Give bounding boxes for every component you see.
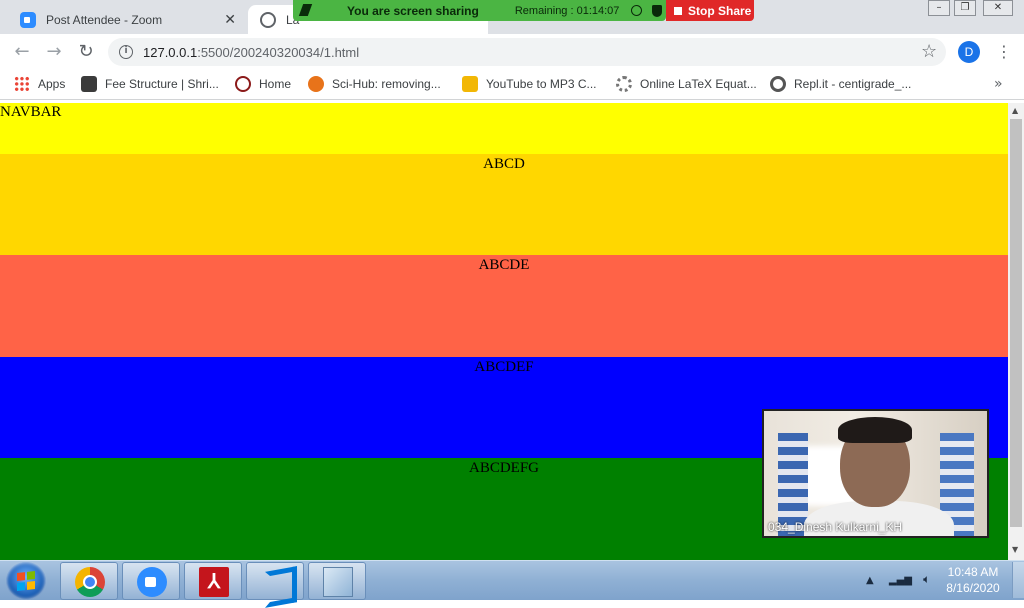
bookmark-label: Apps [38, 77, 66, 91]
apps-grid-icon [14, 76, 30, 92]
address-bar[interactable]: i 127.0.0.1:5500/200240320034/1.html [108, 38, 946, 66]
section-label: ABCD [483, 156, 525, 172]
stop-square-icon [674, 6, 682, 15]
site-icon [81, 76, 97, 92]
globe-icon [260, 11, 276, 28]
back-arrow-icon[interactable]: ← [12, 42, 32, 62]
acrobat-icon: ⅄ [199, 567, 229, 597]
browser-toolbar: ← → ↻ i 127.0.0.1:5500/200240320034/1.ht… [0, 34, 1024, 70]
screen-share-banner: You are screen sharing Remaining : 01:14… [293, 0, 666, 21]
start-button[interactable] [6, 562, 46, 600]
tab-zoom-attendee[interactable]: Post Attendee - Zoom ✕ [8, 5, 244, 34]
taskbar-acrobat[interactable]: ⅄ [184, 562, 242, 600]
windows-logo-icon [17, 571, 35, 591]
more-bookmarks-icon[interactable]: » [994, 76, 1003, 92]
scroll-up-arrow-icon[interactable]: ▲ [1012, 106, 1018, 115]
taskbar-notepad[interactable] [308, 562, 366, 600]
bookmark-label: Online LaTeX Equat... [640, 77, 757, 91]
recording-dot-icon [631, 5, 643, 16]
taskbar-clock[interactable]: 10:48 AM 8/16/2020 [940, 564, 1006, 596]
bookmark-label: Sci-Hub: removing... [332, 77, 441, 91]
bookmark-scihub[interactable]: Sci-Hub: removing... [308, 76, 441, 92]
section-label: ABCDEF [474, 359, 534, 375]
scrollbar-thumb[interactable] [1010, 119, 1022, 527]
volume-icon[interactable]: 🔈︎ [923, 572, 930, 586]
security-shield-icon[interactable] [652, 4, 663, 17]
section-abcde: ABCDE [0, 255, 1008, 357]
bookmark-label: Fee Structure | Shri... [105, 77, 219, 91]
share-status: You are screen sharing [347, 3, 479, 18]
url-path: :5500/200240320034/1.html [197, 44, 360, 60]
replit-icon [770, 76, 786, 92]
bookmarks-bar: Apps Fee Structure | Shri... Home Sci-Hu… [0, 70, 1024, 100]
bookmark-star-icon[interactable]: ☆ [921, 42, 937, 62]
taskbar-chrome[interactable] [60, 562, 118, 600]
close-tab-icon[interactable]: ✕ [224, 11, 236, 28]
gear-icon [616, 76, 632, 92]
reload-icon[interactable]: ↻ [76, 42, 96, 62]
zoom-icon [137, 567, 167, 597]
participant-video[interactable]: 034_Dinesh Kulkarni_KH [762, 409, 989, 538]
site-info-icon[interactable]: i [119, 45, 133, 59]
video-person-hair [838, 417, 912, 443]
bookmark-label: Home [259, 77, 292, 91]
system-tray: ▲ ▂▄▆ 🔈︎ [866, 572, 930, 587]
chrome-icon [75, 567, 105, 597]
clock-time: 10:48 AM [947, 565, 999, 579]
clock-date: 8/16/2020 [946, 581, 1000, 595]
navbar-section: NAVBAR [0, 103, 1008, 154]
forward-arrow-icon[interactable]: → [44, 42, 64, 62]
zoom-icon [20, 11, 36, 28]
profile-avatar[interactable]: D [958, 41, 980, 63]
bookmark-home[interactable]: Home [235, 76, 291, 92]
bookmark-label: YouTube to MP3 C... [486, 77, 597, 91]
url-host: 127.0.0.1 [143, 44, 198, 60]
url-text[interactable]: 127.0.0.1:5500/200240320034/1.html [143, 45, 359, 60]
show-desktop-button[interactable] [1012, 562, 1024, 598]
bookmark-label: Repl.it - centigrade_... [794, 77, 912, 91]
restore-button[interactable]: ❐ [954, 0, 976, 16]
page-scrollbar[interactable]: ▲ ▼ [1008, 103, 1024, 560]
navbar-label: NAVBAR [0, 104, 62, 120]
site-icon [462, 76, 478, 92]
section-abcd: ABCD [0, 154, 1008, 255]
bookmark-fee-structure[interactable]: Fee Structure | Shri... [81, 76, 219, 92]
bookmark-latex[interactable]: Online LaTeX Equat... [616, 76, 757, 92]
stop-share-label: Stop Share [688, 3, 752, 18]
tab-title: Post Attendee - Zoom [46, 12, 163, 27]
notepad-icon [323, 567, 353, 597]
close-window-button[interactable]: ✕ [983, 0, 1013, 16]
participant-name: 034_Dinesh Kulkarni_KH [768, 520, 903, 534]
taskbar-zoom[interactable] [122, 562, 180, 600]
scihub-icon [308, 76, 324, 92]
stop-share-button[interactable]: Stop Share [666, 0, 754, 21]
scroll-down-arrow-icon[interactable]: ▼ [1012, 545, 1018, 554]
menu-kebab-icon[interactable]: ⋮ [996, 42, 1012, 62]
annotate-icon[interactable] [298, 4, 313, 16]
bookmark-replit[interactable]: Repl.it - centigrade_... [770, 76, 911, 92]
vscode-icon [261, 567, 291, 597]
bookmark-apps[interactable]: Apps [14, 76, 65, 92]
minimize-button[interactable]: – [928, 0, 950, 16]
section-label: ABCDE [478, 257, 530, 273]
show-hidden-icons-icon[interactable]: ▲ [866, 575, 874, 586]
site-icon [235, 76, 251, 92]
share-remaining-time: Remaining : 01:14:07 [514, 4, 620, 17]
bookmark-youtube-mp3[interactable]: YouTube to MP3 C... [462, 76, 597, 92]
network-signal-icon[interactable]: ▂▄▆ [889, 575, 912, 586]
taskbar-vscode[interactable] [246, 562, 304, 600]
